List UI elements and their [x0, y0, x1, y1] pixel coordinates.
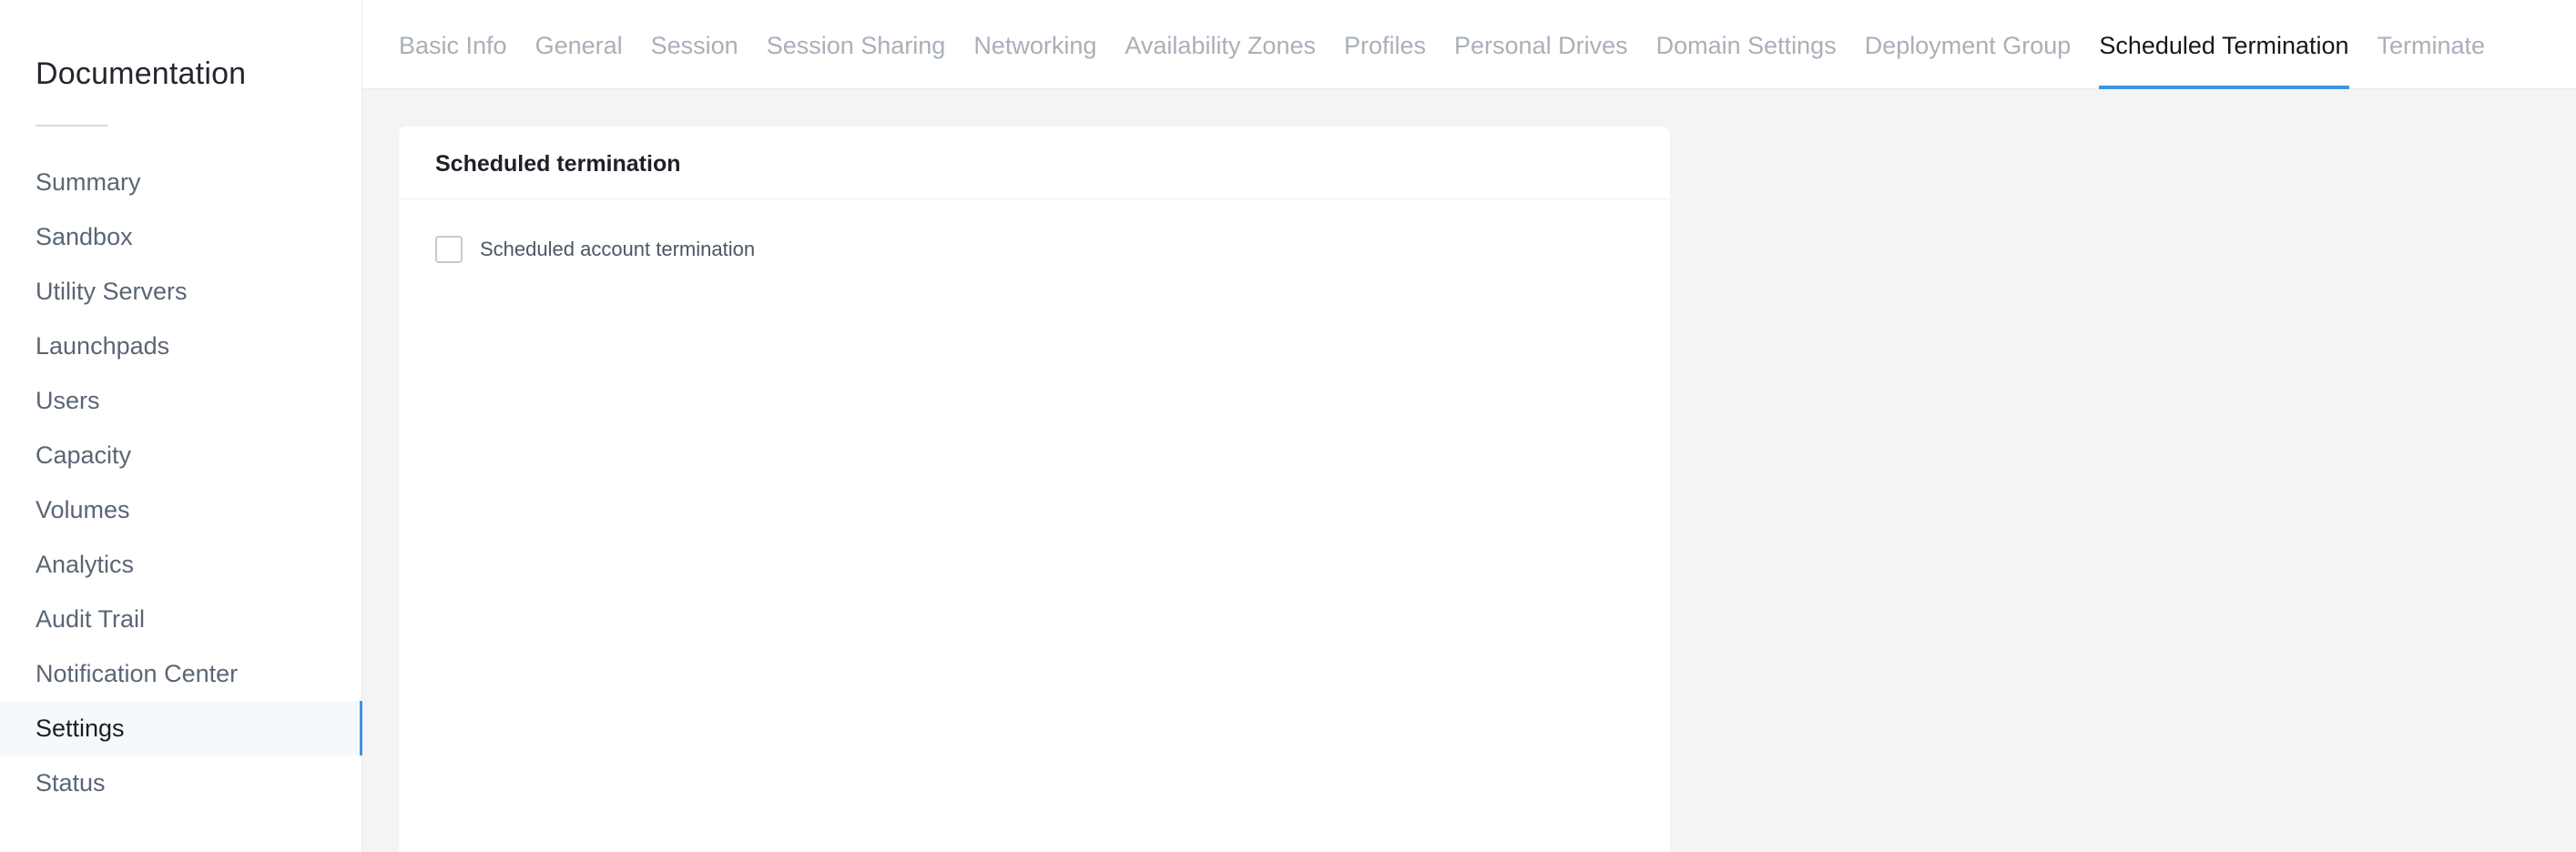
sidebar-item-status[interactable]: Status	[0, 756, 362, 810]
tab-deployment-group[interactable]: Deployment Group	[1865, 0, 2072, 89]
tab-terminate[interactable]: Terminate	[2377, 0, 2486, 89]
scheduled-account-termination-checkbox[interactable]	[435, 236, 463, 263]
sidebar-divider	[36, 125, 108, 127]
sidebar-item-summary[interactable]: Summary	[0, 155, 362, 209]
sidebar-item-volumes[interactable]: Volumes	[0, 482, 362, 537]
scheduled-account-termination-option[interactable]: Scheduled account termination	[435, 236, 755, 263]
main-content: Basic Info General Session Session Shari…	[362, 0, 2576, 852]
sidebar-item-audit-trail[interactable]: Audit Trail	[0, 592, 362, 646]
sidebar-item-sandbox[interactable]: Sandbox	[0, 209, 362, 264]
checkbox-label: Scheduled account termination	[480, 238, 756, 260]
sidebar-item-launchpads[interactable]: Launchpads	[0, 319, 362, 373]
sidebar-item-analytics[interactable]: Analytics	[0, 537, 362, 592]
sidebar: Documentation Summary Sandbox Utility Se…	[0, 0, 363, 852]
tab-availability-zones[interactable]: Availability Zones	[1125, 0, 1316, 89]
tab-personal-drives[interactable]: Personal Drives	[1454, 0, 1628, 89]
sidebar-item-settings[interactable]: Settings	[0, 701, 363, 756]
tab-domain-settings[interactable]: Domain Settings	[1656, 0, 1837, 89]
app-window: Documentation Summary Sandbox Utility Se…	[0, 0, 2576, 852]
tab-list: Basic Info General Session Session Shari…	[399, 0, 2513, 89]
tab-basic-info[interactable]: Basic Info	[399, 0, 507, 89]
sidebar-title: Documentation	[36, 56, 247, 91]
tab-bar: Basic Info General Session Session Shari…	[362, 0, 2576, 89]
tab-general[interactable]: General	[535, 0, 623, 89]
sidebar-item-capacity[interactable]: Capacity	[0, 428, 362, 482]
sidebar-nav: Summary Sandbox Utility Servers Launchpa…	[0, 155, 363, 810]
card-title: Scheduled termination	[399, 127, 1670, 199]
sidebar-item-users[interactable]: Users	[0, 373, 362, 428]
tab-session[interactable]: Session	[651, 0, 738, 89]
tab-profiles[interactable]: Profiles	[1344, 0, 1426, 89]
sidebar-item-utility-servers[interactable]: Utility Servers	[0, 264, 362, 319]
scheduled-termination-card: Scheduled termination Scheduled account …	[399, 127, 1670, 852]
tab-session-sharing[interactable]: Session Sharing	[767, 0, 946, 89]
tab-scheduled-termination[interactable]: Scheduled Termination	[2099, 0, 2349, 89]
tab-networking[interactable]: Networking	[973, 0, 1096, 89]
sidebar-item-notification-center[interactable]: Notification Center	[0, 646, 362, 701]
